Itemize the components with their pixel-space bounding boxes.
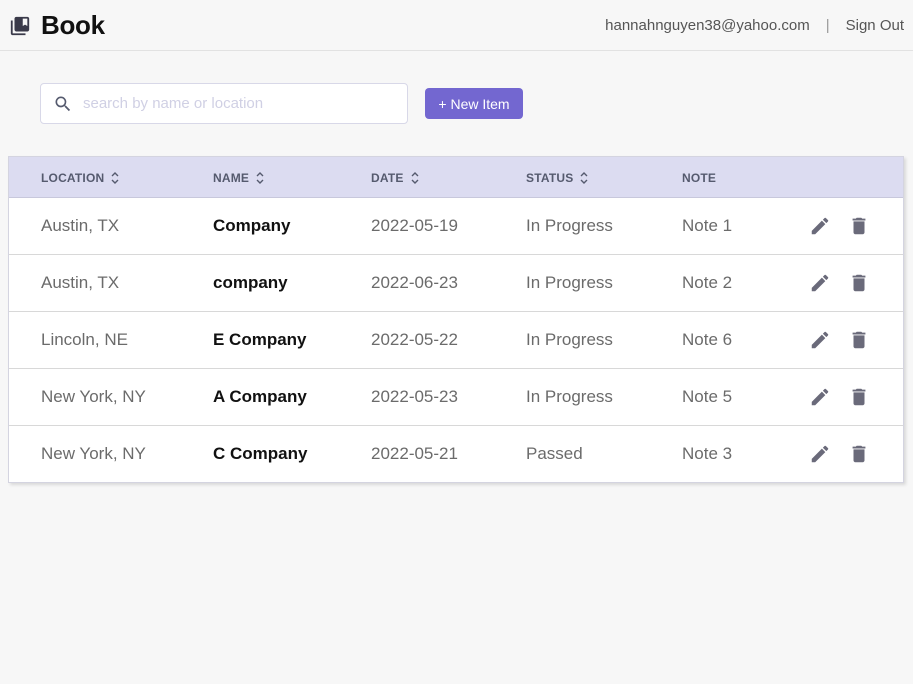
trash-icon[interactable] — [848, 272, 870, 294]
pencil-icon[interactable] — [809, 329, 831, 351]
cell-note: Note 3 — [682, 444, 733, 463]
cell-name: A Company — [213, 387, 307, 406]
table-row: Lincoln, NE E Company 2022-05-22 In Prog… — [9, 312, 903, 369]
column-header-location[interactable]: LOCATION — [41, 171, 120, 185]
search-box[interactable] — [40, 83, 408, 124]
cell-status: Passed — [526, 444, 583, 463]
table-header: LOCATION NAME DATE STATUS NOTE — [9, 157, 903, 198]
app-title: Book — [41, 10, 105, 40]
cell-status: In Progress — [526, 273, 613, 292]
sort-icon — [580, 172, 588, 184]
table-row: New York, NY C Company 2022-05-21 Passed… — [9, 426, 903, 483]
cell-status: In Progress — [526, 216, 613, 235]
sort-icon — [411, 172, 419, 184]
cell-note: Note 1 — [682, 216, 733, 235]
new-item-button[interactable]: + New Item — [425, 88, 523, 119]
cell-location: Austin, TX — [41, 273, 120, 292]
sort-icon — [256, 172, 264, 184]
cell-name: E Company — [213, 330, 307, 349]
cell-date: 2022-05-23 — [371, 387, 458, 406]
items-table: LOCATION NAME DATE STATUS NOTE Austin, T… — [8, 156, 904, 483]
search-input[interactable] — [83, 85, 383, 122]
logo[interactable]: Book — [9, 10, 105, 41]
column-label: DATE — [371, 171, 404, 185]
cell-note: Note 2 — [682, 273, 733, 292]
pencil-icon[interactable] — [809, 386, 831, 408]
pencil-icon[interactable] — [809, 215, 831, 237]
user-area: hannahnguyen38@yahoo.com | Sign Out — [605, 17, 904, 34]
cell-location: Lincoln, NE — [41, 330, 128, 349]
column-header-name[interactable]: NAME — [213, 171, 265, 185]
user-email: hannahnguyen38@yahoo.com — [605, 17, 810, 34]
cell-location: Austin, TX — [41, 216, 120, 235]
header-separator: | — [825, 17, 830, 34]
search-icon — [55, 96, 71, 111]
cell-status: In Progress — [526, 387, 613, 406]
column-header-note: NOTE — [682, 171, 716, 185]
trash-icon[interactable] — [848, 386, 870, 408]
column-header-date[interactable]: DATE — [371, 171, 420, 185]
table-row: New York, NY A Company 2022-05-23 In Pro… — [9, 369, 903, 426]
column-label: LOCATION — [41, 171, 105, 185]
sort-icon — [111, 172, 119, 184]
column-label: NAME — [213, 171, 250, 185]
cell-name: C Company — [213, 444, 308, 463]
cell-note: Note 5 — [682, 387, 733, 406]
cell-date: 2022-05-21 — [371, 444, 458, 463]
column-header-status[interactable]: STATUS — [526, 171, 589, 185]
app-header: Book hannahnguyen38@yahoo.com | Sign Out — [0, 0, 913, 51]
column-label: NOTE — [682, 171, 717, 185]
table-row: Austin, TX company 2022-06-23 In Progres… — [9, 255, 903, 312]
trash-icon[interactable] — [848, 215, 870, 237]
column-label: STATUS — [526, 171, 574, 185]
cell-date: 2022-05-22 — [371, 330, 458, 349]
sign-out-link[interactable]: Sign Out — [846, 17, 904, 34]
cell-status: In Progress — [526, 330, 613, 349]
table-row: Austin, TX Company 2022-05-19 In Progres… — [9, 198, 903, 255]
cell-location: New York, NY — [41, 444, 146, 463]
pencil-icon[interactable] — [809, 443, 831, 465]
cell-name: Company — [213, 216, 291, 235]
cell-note: Note 6 — [682, 330, 733, 349]
trash-icon[interactable] — [848, 329, 870, 351]
book-library-icon — [10, 16, 30, 35]
cell-location: New York, NY — [41, 387, 146, 406]
cell-date: 2022-05-19 — [371, 216, 458, 235]
cell-name: company — [213, 273, 288, 292]
pencil-icon[interactable] — [809, 272, 831, 294]
trash-icon[interactable] — [848, 443, 870, 465]
cell-date: 2022-06-23 — [371, 273, 458, 292]
